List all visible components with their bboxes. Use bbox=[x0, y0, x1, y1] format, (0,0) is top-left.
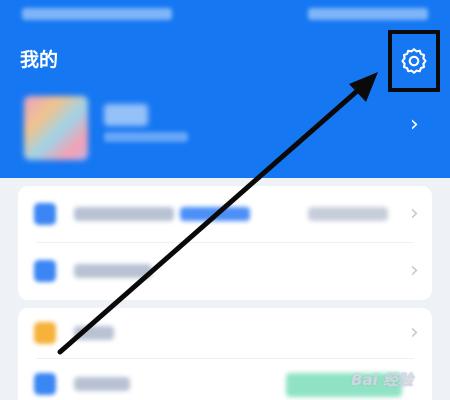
status-bar-left-info bbox=[22, 8, 172, 20]
page-title: 我的 bbox=[20, 49, 59, 71]
list-item[interactable]: › bbox=[18, 243, 432, 299]
user-id-blurred bbox=[104, 132, 188, 142]
service-icon bbox=[34, 260, 56, 282]
gear-icon bbox=[401, 48, 427, 74]
item-value-blurred bbox=[308, 207, 388, 221]
username-blurred bbox=[104, 104, 148, 126]
feature-icon bbox=[34, 322, 56, 344]
feature-icon bbox=[34, 373, 56, 395]
watermark: Bai 经验 bbox=[351, 370, 413, 389]
services-card: › › bbox=[18, 186, 432, 300]
status-bar-right-info bbox=[308, 8, 428, 20]
item-tag-blurred bbox=[180, 207, 250, 221]
profile-chevron-right-icon[interactable]: › bbox=[410, 114, 419, 136]
list-item[interactable]: › bbox=[18, 186, 432, 242]
avatar[interactable] bbox=[24, 96, 88, 160]
list-item[interactable]: › bbox=[18, 308, 432, 358]
chevron-right-icon: › bbox=[410, 320, 419, 345]
chevron-right-icon: › bbox=[410, 258, 419, 283]
service-icon bbox=[34, 203, 56, 225]
status-bar bbox=[0, 0, 450, 30]
item-label-blurred bbox=[74, 326, 114, 340]
item-label-blurred bbox=[74, 207, 174, 221]
profile-screen: 我的 › › › › Bai 经验 bbox=[0, 0, 450, 400]
item-label-blurred bbox=[74, 377, 130, 391]
settings-button[interactable] bbox=[388, 30, 440, 92]
profile-header: 我的 › bbox=[0, 0, 450, 178]
chevron-right-icon: › bbox=[410, 201, 419, 226]
item-label-blurred bbox=[74, 264, 152, 278]
